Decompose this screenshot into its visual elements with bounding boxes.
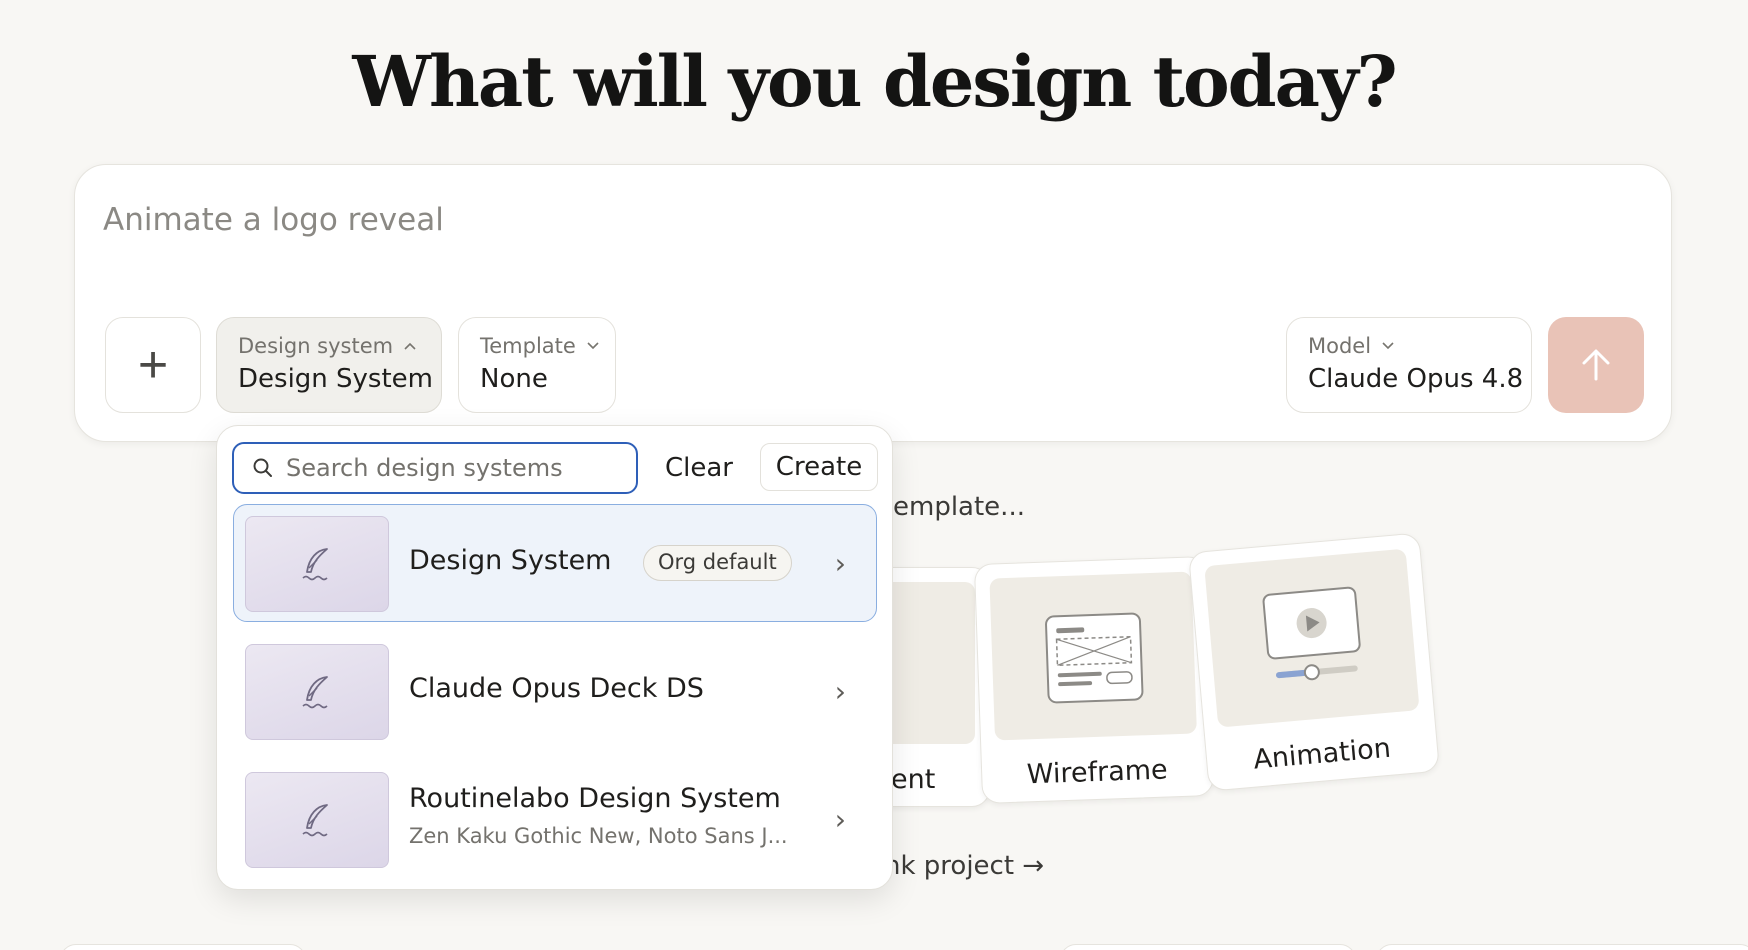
template-picker-label: Template <box>480 334 576 358</box>
template-picker[interactable]: Template None <box>458 317 616 413</box>
template-card-label: Wireframe <box>1026 754 1169 791</box>
feather-pen-icon <box>302 676 328 709</box>
design-system-picker[interactable]: Design system Design System <box>216 317 442 413</box>
add-attachment-button[interactable]: + <box>105 317 201 413</box>
template-picker-value: None <box>480 364 548 394</box>
design-system-picker-label: Design system <box>238 334 394 358</box>
prompt-composer: + Design system Design System Template N… <box>74 164 1672 442</box>
search-field[interactable] <box>232 442 638 494</box>
design-system-option[interactable]: Routinelabo Design System Zen Kaku Gothi… <box>233 760 877 878</box>
template-prompt-text: emplate... <box>893 492 1025 522</box>
template-card-label: Animation <box>1252 732 1392 776</box>
bottom-card[interactable] <box>60 944 306 950</box>
page-title: What will you design today? <box>352 40 1397 123</box>
chevron-right-icon: › <box>834 547 846 580</box>
arrow-up-icon <box>1582 349 1610 381</box>
design-system-option[interactable]: Claude Opus Deck DS › <box>233 632 877 750</box>
blank-project-link[interactable]: nk project → <box>884 851 1044 881</box>
create-button[interactable]: Create <box>760 443 878 491</box>
template-card-wireframe[interactable]: Wireframe <box>973 556 1215 804</box>
bottom-card[interactable] <box>1376 944 1748 950</box>
org-default-badge: Org default <box>643 545 792 581</box>
design-system-option-name: Claude Opus Deck DS <box>409 673 704 704</box>
design-system-thumbnail <box>245 644 389 740</box>
prompt-input[interactable] <box>103 195 1503 245</box>
design-system-option-name: Design System <box>409 545 612 576</box>
chevron-right-icon: › <box>834 675 846 708</box>
wireframe-icon <box>1045 612 1144 704</box>
model-picker-label: Model <box>1308 334 1372 358</box>
send-button[interactable] <box>1548 317 1644 413</box>
search-icon <box>253 458 272 477</box>
design-system-option-fonts: Zen Kaku Gothic New, Noto Sans J... <box>409 824 788 848</box>
search-input[interactable] <box>286 454 616 482</box>
template-thumbnail <box>989 571 1197 741</box>
chevron-down-icon <box>587 342 599 350</box>
design-system-thumbnail <box>245 516 389 612</box>
design-system-picker-value: Design System <box>238 364 433 394</box>
model-picker[interactable]: Model Claude Opus 4.8 <box>1286 317 1532 413</box>
template-thumbnail <box>1204 548 1420 728</box>
design-system-dropdown: Clear Create Design System Org default › <box>216 425 893 890</box>
design-system-option[interactable]: Design System Org default › <box>233 504 877 622</box>
bottom-card[interactable] <box>1060 944 1356 950</box>
chevron-right-icon: › <box>834 803 846 836</box>
design-system-thumbnail <box>245 772 389 868</box>
model-picker-value: Claude Opus 4.8 <box>1308 364 1524 394</box>
chevron-down-icon <box>1382 342 1394 350</box>
chevron-up-icon <box>404 342 416 350</box>
page: What will you design today? emplate... e… <box>0 0 1748 950</box>
clear-button[interactable]: Clear <box>653 442 745 494</box>
feather-pen-icon <box>302 548 328 581</box>
template-card-animation[interactable]: Animation <box>1187 532 1441 792</box>
design-system-option-name: Routinelabo Design System <box>409 783 781 814</box>
plus-icon: + <box>137 336 169 394</box>
feather-pen-icon <box>302 804 328 837</box>
video-player-icon <box>1262 586 1361 681</box>
